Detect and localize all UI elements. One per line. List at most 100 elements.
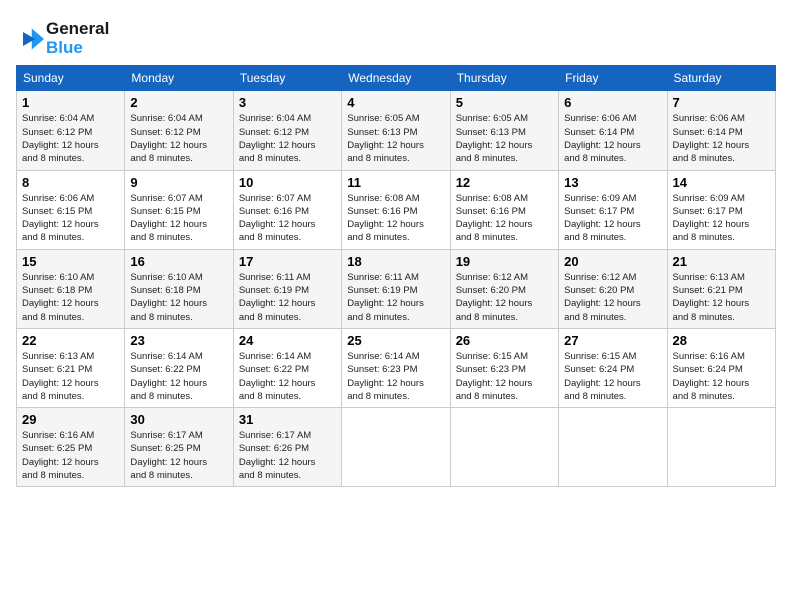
day-info: Sunrise: 6:17 AMSunset: 6:26 PMDaylight:… bbox=[239, 429, 336, 482]
day-info: Sunrise: 6:14 AMSunset: 6:23 PMDaylight:… bbox=[347, 350, 444, 403]
calendar-cell: 13 Sunrise: 6:09 AMSunset: 6:17 PMDayligh… bbox=[559, 170, 667, 249]
day-info: Sunrise: 6:06 AMSunset: 6:14 PMDaylight:… bbox=[564, 112, 661, 165]
calendar-cell: 5 Sunrise: 6:05 AMSunset: 6:13 PMDaylight… bbox=[450, 91, 558, 170]
day-info: Sunrise: 6:13 AMSunset: 6:21 PMDaylight:… bbox=[22, 350, 119, 403]
calendar-cell bbox=[342, 408, 450, 487]
calendar-cell: 25 Sunrise: 6:14 AMSunset: 6:23 PMDayligh… bbox=[342, 328, 450, 407]
day-number: 8 bbox=[22, 175, 119, 190]
day-info: Sunrise: 6:05 AMSunset: 6:13 PMDaylight:… bbox=[456, 112, 553, 165]
day-number: 12 bbox=[456, 175, 553, 190]
calendar-cell: 28 Sunrise: 6:16 AMSunset: 6:24 PMDayligh… bbox=[667, 328, 775, 407]
calendar-cell: 1 Sunrise: 6:04 AMSunset: 6:12 PMDaylight… bbox=[17, 91, 125, 170]
day-number: 3 bbox=[239, 95, 336, 110]
day-number: 30 bbox=[130, 412, 227, 427]
logo: General Blue bbox=[16, 20, 109, 57]
calendar-cell: 4 Sunrise: 6:05 AMSunset: 6:13 PMDaylight… bbox=[342, 91, 450, 170]
day-info: Sunrise: 6:14 AMSunset: 6:22 PMDaylight:… bbox=[239, 350, 336, 403]
calendar-cell bbox=[667, 408, 775, 487]
day-info: Sunrise: 6:04 AMSunset: 6:12 PMDaylight:… bbox=[239, 112, 336, 165]
day-number: 28 bbox=[673, 333, 770, 348]
day-number: 6 bbox=[564, 95, 661, 110]
day-number: 23 bbox=[130, 333, 227, 348]
calendar-cell: 14 Sunrise: 6:09 AMSunset: 6:17 PMDayligh… bbox=[667, 170, 775, 249]
page-header: General Blue bbox=[16, 16, 776, 57]
calendar-cell: 17Sunrise: 6:11 AMSunset: 6:19 PMDayligh… bbox=[233, 249, 341, 328]
day-number: 14 bbox=[673, 175, 770, 190]
day-info: Sunrise: 6:15 AMSunset: 6:23 PMDaylight:… bbox=[456, 350, 553, 403]
day-number: 13 bbox=[564, 175, 661, 190]
day-info: Sunrise: 6:16 AMSunset: 6:24 PMDaylight:… bbox=[673, 350, 770, 403]
day-number: 31 bbox=[239, 412, 336, 427]
calendar-table: SundayMondayTuesdayWednesdayThursdayFrid… bbox=[16, 65, 776, 487]
calendar-cell: 10 Sunrise: 6:07 AMSunset: 6:16 PMDayligh… bbox=[233, 170, 341, 249]
calendar-cell: 19 Sunrise: 6:12 AMSunset: 6:20 PMDayligh… bbox=[450, 249, 558, 328]
day-info: Sunrise: 6:06 AMSunset: 6:14 PMDaylight:… bbox=[673, 112, 770, 165]
calendar-cell: 23Sunrise: 6:14 AMSunset: 6:22 PMDayligh… bbox=[125, 328, 233, 407]
calendar-cell: 18 Sunrise: 6:11 AMSunset: 6:19 PMDayligh… bbox=[342, 249, 450, 328]
calendar-cell: 9 Sunrise: 6:07 AMSunset: 6:15 PMDaylight… bbox=[125, 170, 233, 249]
day-number: 16 bbox=[130, 254, 227, 269]
calendar-cell: 24 Sunrise: 6:14 AMSunset: 6:22 PMDayligh… bbox=[233, 328, 341, 407]
calendar-cell: 7 Sunrise: 6:06 AMSunset: 6:14 PMDaylight… bbox=[667, 91, 775, 170]
calendar-cell: 3 Sunrise: 6:04 AMSunset: 6:12 PMDaylight… bbox=[233, 91, 341, 170]
day-info: Sunrise: 6:10 AMSunset: 6:18 PMDaylight:… bbox=[22, 271, 119, 324]
day-number: 24 bbox=[239, 333, 336, 348]
weekday-header-sunday: Sunday bbox=[17, 66, 125, 91]
day-number: 2 bbox=[130, 95, 227, 110]
day-number: 4 bbox=[347, 95, 444, 110]
day-info: Sunrise: 6:16 AMSunset: 6:25 PMDaylight:… bbox=[22, 429, 119, 482]
weekday-header-saturday: Saturday bbox=[667, 66, 775, 91]
day-info: Sunrise: 6:08 AMSunset: 6:16 PMDaylight:… bbox=[456, 192, 553, 245]
day-number: 21 bbox=[673, 254, 770, 269]
logo-line2: Blue bbox=[46, 39, 109, 58]
day-info: Sunrise: 6:15 AMSunset: 6:24 PMDaylight:… bbox=[564, 350, 661, 403]
day-info: Sunrise: 6:11 AMSunset: 6:19 PMDaylight:… bbox=[347, 271, 444, 324]
day-info: Sunrise: 6:09 AMSunset: 6:17 PMDaylight:… bbox=[673, 192, 770, 245]
day-info: Sunrise: 6:13 AMSunset: 6:21 PMDaylight:… bbox=[673, 271, 770, 324]
calendar-cell: 22Sunrise: 6:13 AMSunset: 6:21 PMDayligh… bbox=[17, 328, 125, 407]
weekday-header-wednesday: Wednesday bbox=[342, 66, 450, 91]
calendar-cell: 2Sunrise: 6:04 AMSunset: 6:12 PMDaylight… bbox=[125, 91, 233, 170]
day-number: 27 bbox=[564, 333, 661, 348]
day-info: Sunrise: 6:05 AMSunset: 6:13 PMDaylight:… bbox=[347, 112, 444, 165]
day-number: 5 bbox=[456, 95, 553, 110]
weekday-header-thursday: Thursday bbox=[450, 66, 558, 91]
calendar-cell: 21 Sunrise: 6:13 AMSunset: 6:21 PMDayligh… bbox=[667, 249, 775, 328]
day-number: 20 bbox=[564, 254, 661, 269]
calendar-cell bbox=[559, 408, 667, 487]
day-info: Sunrise: 6:07 AMSunset: 6:16 PMDaylight:… bbox=[239, 192, 336, 245]
day-info: Sunrise: 6:08 AMSunset: 6:16 PMDaylight:… bbox=[347, 192, 444, 245]
calendar-cell: 6 Sunrise: 6:06 AMSunset: 6:14 PMDaylight… bbox=[559, 91, 667, 170]
weekday-header-friday: Friday bbox=[559, 66, 667, 91]
day-info: Sunrise: 6:07 AMSunset: 6:15 PMDaylight:… bbox=[130, 192, 227, 245]
calendar-cell: 27 Sunrise: 6:15 AMSunset: 6:24 PMDayligh… bbox=[559, 328, 667, 407]
logo-icon bbox=[16, 25, 44, 53]
day-info: Sunrise: 6:12 AMSunset: 6:20 PMDaylight:… bbox=[456, 271, 553, 324]
day-number: 29 bbox=[22, 412, 119, 427]
calendar-cell: 11Sunrise: 6:08 AMSunset: 6:16 PMDayligh… bbox=[342, 170, 450, 249]
weekday-header-monday: Monday bbox=[125, 66, 233, 91]
calendar-cell: 8 Sunrise: 6:06 AMSunset: 6:15 PMDaylight… bbox=[17, 170, 125, 249]
day-info: Sunrise: 6:06 AMSunset: 6:15 PMDaylight:… bbox=[22, 192, 119, 245]
calendar-cell: 12 Sunrise: 6:08 AMSunset: 6:16 PMDayligh… bbox=[450, 170, 558, 249]
day-number: 18 bbox=[347, 254, 444, 269]
weekday-header-tuesday: Tuesday bbox=[233, 66, 341, 91]
day-number: 17 bbox=[239, 254, 336, 269]
day-number: 1 bbox=[22, 95, 119, 110]
day-info: Sunrise: 6:04 AMSunset: 6:12 PMDaylight:… bbox=[22, 112, 119, 165]
day-number: 19 bbox=[456, 254, 553, 269]
day-info: Sunrise: 6:09 AMSunset: 6:17 PMDaylight:… bbox=[564, 192, 661, 245]
day-info: Sunrise: 6:17 AMSunset: 6:25 PMDaylight:… bbox=[130, 429, 227, 482]
day-number: 15 bbox=[22, 254, 119, 269]
day-number: 9 bbox=[130, 175, 227, 190]
day-number: 7 bbox=[673, 95, 770, 110]
calendar-cell: 29 Sunrise: 6:16 AMSunset: 6:25 PMDayligh… bbox=[17, 408, 125, 487]
calendar-cell: 15 Sunrise: 6:10 AMSunset: 6:18 PMDayligh… bbox=[17, 249, 125, 328]
calendar-cell: 16 Sunrise: 6:10 AMSunset: 6:18 PMDayligh… bbox=[125, 249, 233, 328]
day-number: 10 bbox=[239, 175, 336, 190]
calendar-cell: 20Sunrise: 6:12 AMSunset: 6:20 PMDayligh… bbox=[559, 249, 667, 328]
calendar-cell: 30 Sunrise: 6:17 AMSunset: 6:25 PMDayligh… bbox=[125, 408, 233, 487]
day-number: 26 bbox=[456, 333, 553, 348]
day-number: 25 bbox=[347, 333, 444, 348]
day-info: Sunrise: 6:10 AMSunset: 6:18 PMDaylight:… bbox=[130, 271, 227, 324]
